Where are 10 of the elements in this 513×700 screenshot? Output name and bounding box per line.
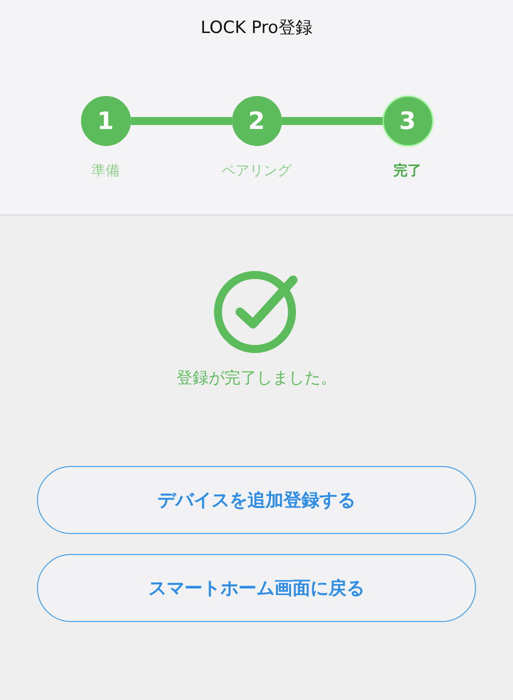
step-label: 完了 [394,162,422,181]
step-number: 2 [232,96,282,146]
step-number: 3 [382,96,432,146]
action-button[interactable]: スマートホーム画面に戻る [37,554,476,622]
step-label: ペアリング [222,162,292,181]
screen-title: LOCK Pro登録 [200,17,312,38]
action-button[interactable]: デバイスを追加登録する [37,466,476,534]
step-label: 準備 [92,162,120,181]
success-message: 登録が完了しました。 [176,368,336,389]
step-number: 1 [80,96,130,146]
